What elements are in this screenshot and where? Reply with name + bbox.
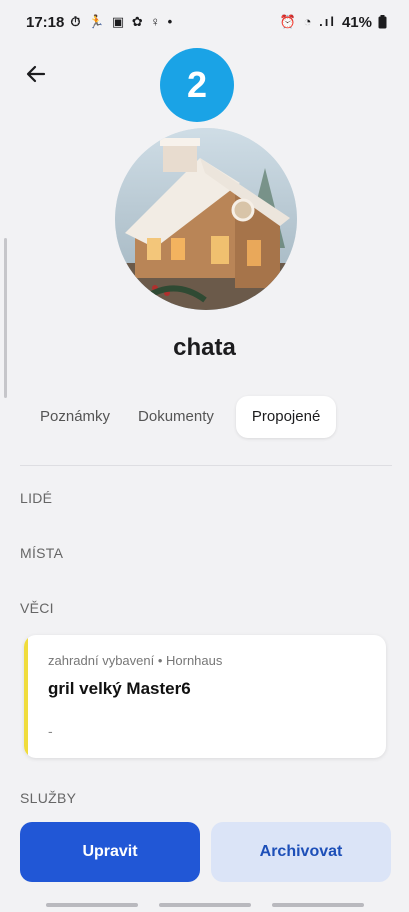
avatar bbox=[115, 128, 297, 310]
battery-level: 41% bbox=[341, 13, 372, 31]
card-note: - bbox=[48, 723, 53, 739]
back-button[interactable] bbox=[18, 56, 54, 92]
linked-item-card[interactable]: zahradní vybavení • Hornhaus gril velký … bbox=[24, 635, 386, 758]
system-icons: ⏰ ◔ .ıl bbox=[279, 14, 336, 29]
status-left: 17:18 ⏱ 🏃 ▣ ✿ ♀ • bbox=[26, 14, 174, 31]
status-right: ⏰ ◔ .ıl 41% bbox=[280, 14, 387, 31]
status-bar: 17:18 ⏱ 🏃 ▣ ✿ ♀ • ⏰ ◔ .ıl 41% bbox=[0, 0, 409, 44]
section-services: SLUŽBY bbox=[20, 790, 77, 806]
card-title: gril velký Master6 bbox=[48, 679, 191, 698]
section-places: MÍSTA bbox=[20, 545, 64, 561]
scroll-indicator bbox=[4, 238, 7, 398]
nav-home[interactable] bbox=[159, 903, 251, 907]
card-accent bbox=[24, 635, 28, 758]
battery-icon bbox=[378, 15, 387, 29]
tab-bar: Poznámky Dokumenty Propojené bbox=[20, 396, 370, 438]
tab-notes[interactable]: Poznámky bbox=[20, 396, 124, 438]
notification-icons: ⏱ 🏃 ▣ ✿ ♀ • bbox=[70, 14, 175, 29]
card-subtitle: zahradní vybavení • Hornhaus bbox=[48, 653, 223, 668]
tab-documents[interactable]: Dokumenty bbox=[124, 396, 228, 438]
step-badge: 2 bbox=[160, 48, 234, 122]
item-name: chata bbox=[173, 334, 236, 361]
tab-linked[interactable]: Propojené bbox=[235, 396, 337, 438]
divider bbox=[20, 465, 392, 466]
edit-button[interactable]: Upravit bbox=[20, 822, 200, 882]
nav-recent[interactable] bbox=[46, 903, 138, 907]
section-people: LIDÉ bbox=[20, 490, 53, 506]
status-time: 17:18 bbox=[26, 13, 65, 31]
arrow-left-icon bbox=[26, 65, 46, 83]
section-things: VĚCI bbox=[20, 600, 54, 616]
archive-button[interactable]: Archivovat bbox=[211, 822, 391, 882]
nav-back[interactable] bbox=[272, 903, 364, 907]
gingerbread-house-image bbox=[115, 128, 297, 310]
